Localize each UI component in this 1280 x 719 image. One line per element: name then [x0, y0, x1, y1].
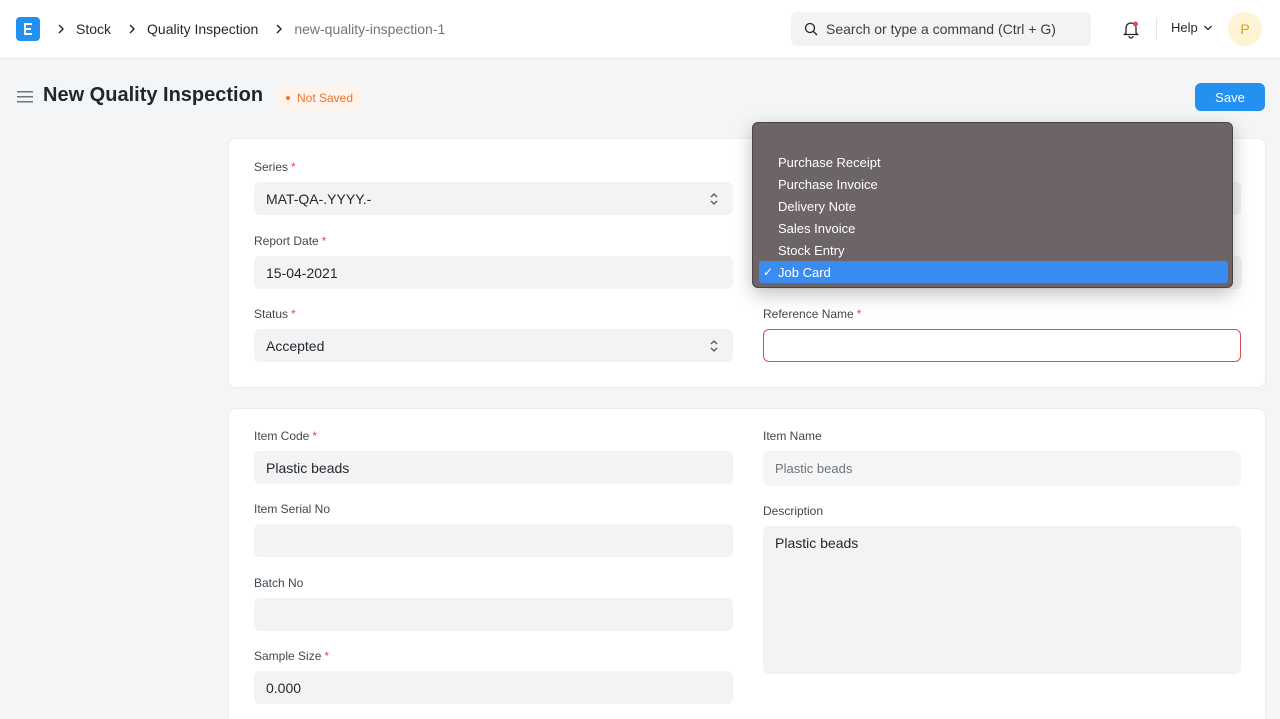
save-button[interactable]: Save [1195, 83, 1265, 111]
item-name-field: Plastic beads [763, 451, 1241, 486]
chevron-right-icon [270, 20, 288, 38]
breadcrumb-current: new-quality-inspection-1 [294, 20, 446, 37]
item-name-value: Plastic beads [775, 461, 853, 476]
option-delivery-note[interactable]: Delivery Note [759, 195, 1228, 217]
status-label-text: Status [254, 307, 289, 321]
checkmark-icon: ✓ [763, 265, 774, 279]
item-code-input[interactable]: Plastic beads [254, 451, 733, 484]
select-arrows-icon [710, 193, 718, 205]
option-sales-invoice[interactable]: Sales Invoice [759, 217, 1228, 239]
avatar[interactable]: P [1228, 12, 1262, 46]
chevron-down-icon [1203, 24, 1213, 32]
navbar-divider [1156, 18, 1157, 40]
navbar: Stock Quality Inspection new-quality-ins… [0, 0, 1280, 59]
item-code-label-text: Item Code [254, 429, 310, 443]
option-label: Purchase Invoice [778, 176, 878, 192]
series-select[interactable]: MAT-QA-.YYYY.- [254, 182, 733, 215]
series-value: MAT-QA-.YYYY.- [266, 190, 372, 207]
description-value: Plastic beads [775, 535, 859, 551]
search-icon [804, 22, 818, 36]
item-code-label: Item Code * [254, 429, 317, 443]
breadcrumb-quality-inspection[interactable]: Quality Inspection [147, 21, 258, 37]
app-logo[interactable] [16, 17, 40, 41]
reference-type-dropdown: Purchase Receipt Purchase Invoice Delive… [752, 122, 1233, 288]
status-dot [286, 95, 290, 100]
required-marker: * [324, 649, 330, 663]
required-marker: * [291, 307, 296, 321]
item-name-label: Item Name [763, 429, 822, 443]
select-arrows-icon [710, 340, 718, 352]
status-label: Status * [254, 307, 296, 321]
item-serial-no-label: Item Serial No [254, 502, 330, 516]
sidebar-toggle-icon[interactable] [17, 90, 33, 104]
option-job-card[interactable]: ✓ Job Card [759, 261, 1228, 283]
option-label: Sales Invoice [778, 220, 856, 236]
form-section-item: Item Code * Plastic beads Item Serial No … [228, 408, 1266, 719]
description-textarea[interactable]: Plastic beads [763, 526, 1241, 674]
status-badge: Not Saved [278, 86, 363, 109]
option-label: Stock Entry [778, 242, 845, 258]
item-serial-no-label-text: Item Serial No [254, 502, 331, 516]
status-value: Accepted [266, 337, 325, 354]
status-select[interactable]: Accepted [254, 329, 733, 362]
batch-no-input[interactable] [254, 598, 733, 631]
option-label: Delivery Note [778, 198, 857, 214]
page-title: New Quality Inspection [43, 84, 264, 106]
report-date-input[interactable]: 15-04-2021 [254, 256, 733, 289]
batch-no-label-text: Batch No [254, 576, 304, 590]
option-label: Job Card [778, 264, 831, 280]
required-marker: * [856, 307, 862, 321]
option-label: Purchase Receipt [778, 154, 881, 170]
batch-no-label: Batch No [254, 576, 303, 590]
search-input[interactable]: Search or type a command (Ctrl + G) [791, 12, 1091, 46]
description-label: Description [763, 504, 823, 518]
sample-size-input[interactable]: 0.000 [254, 671, 733, 704]
sample-size-label: Sample Size * [254, 649, 329, 663]
series-label-text: Series [254, 160, 289, 174]
item-code-value: Plastic beads [266, 459, 350, 476]
item-serial-no-input[interactable] [254, 524, 733, 557]
required-marker: * [291, 160, 296, 174]
help-label: Help [1171, 20, 1198, 35]
option-purchase-receipt[interactable]: Purchase Receipt [759, 151, 1228, 173]
reference-name-label: Reference Name * [763, 307, 861, 321]
status-text: Not Saved [297, 90, 354, 105]
report-date-value: 15-04-2021 [266, 264, 338, 281]
chevron-right-icon [123, 20, 141, 38]
option-stock-entry[interactable]: Stock Entry [759, 239, 1228, 261]
reference-name-input[interactable] [763, 329, 1241, 362]
notification-bell-icon[interactable] [1121, 19, 1141, 39]
report-date-label: Report Date * [254, 234, 326, 248]
chevron-right-icon [52, 20, 70, 38]
item-name-label-text: Item Name [763, 429, 822, 443]
help-dropdown[interactable]: Help [1171, 20, 1213, 35]
series-label: Series * [254, 160, 296, 174]
option-purchase-invoice[interactable]: Purchase Invoice [759, 173, 1228, 195]
search-placeholder: Search or type a command (Ctrl + G) [826, 21, 1056, 37]
report-date-label-text: Report Date [254, 234, 319, 248]
breadcrumb-stock[interactable]: Stock [76, 21, 111, 37]
sample-size-label-text: Sample Size [254, 649, 322, 663]
description-label-text: Description [763, 504, 824, 518]
required-marker: * [312, 429, 318, 443]
breadcrumb: Stock Quality Inspection new-quality-ins… [52, 0, 457, 57]
required-marker: * [321, 234, 327, 248]
sample-size-value: 0.000 [266, 679, 302, 696]
reference-name-label-text: Reference Name [763, 307, 854, 321]
